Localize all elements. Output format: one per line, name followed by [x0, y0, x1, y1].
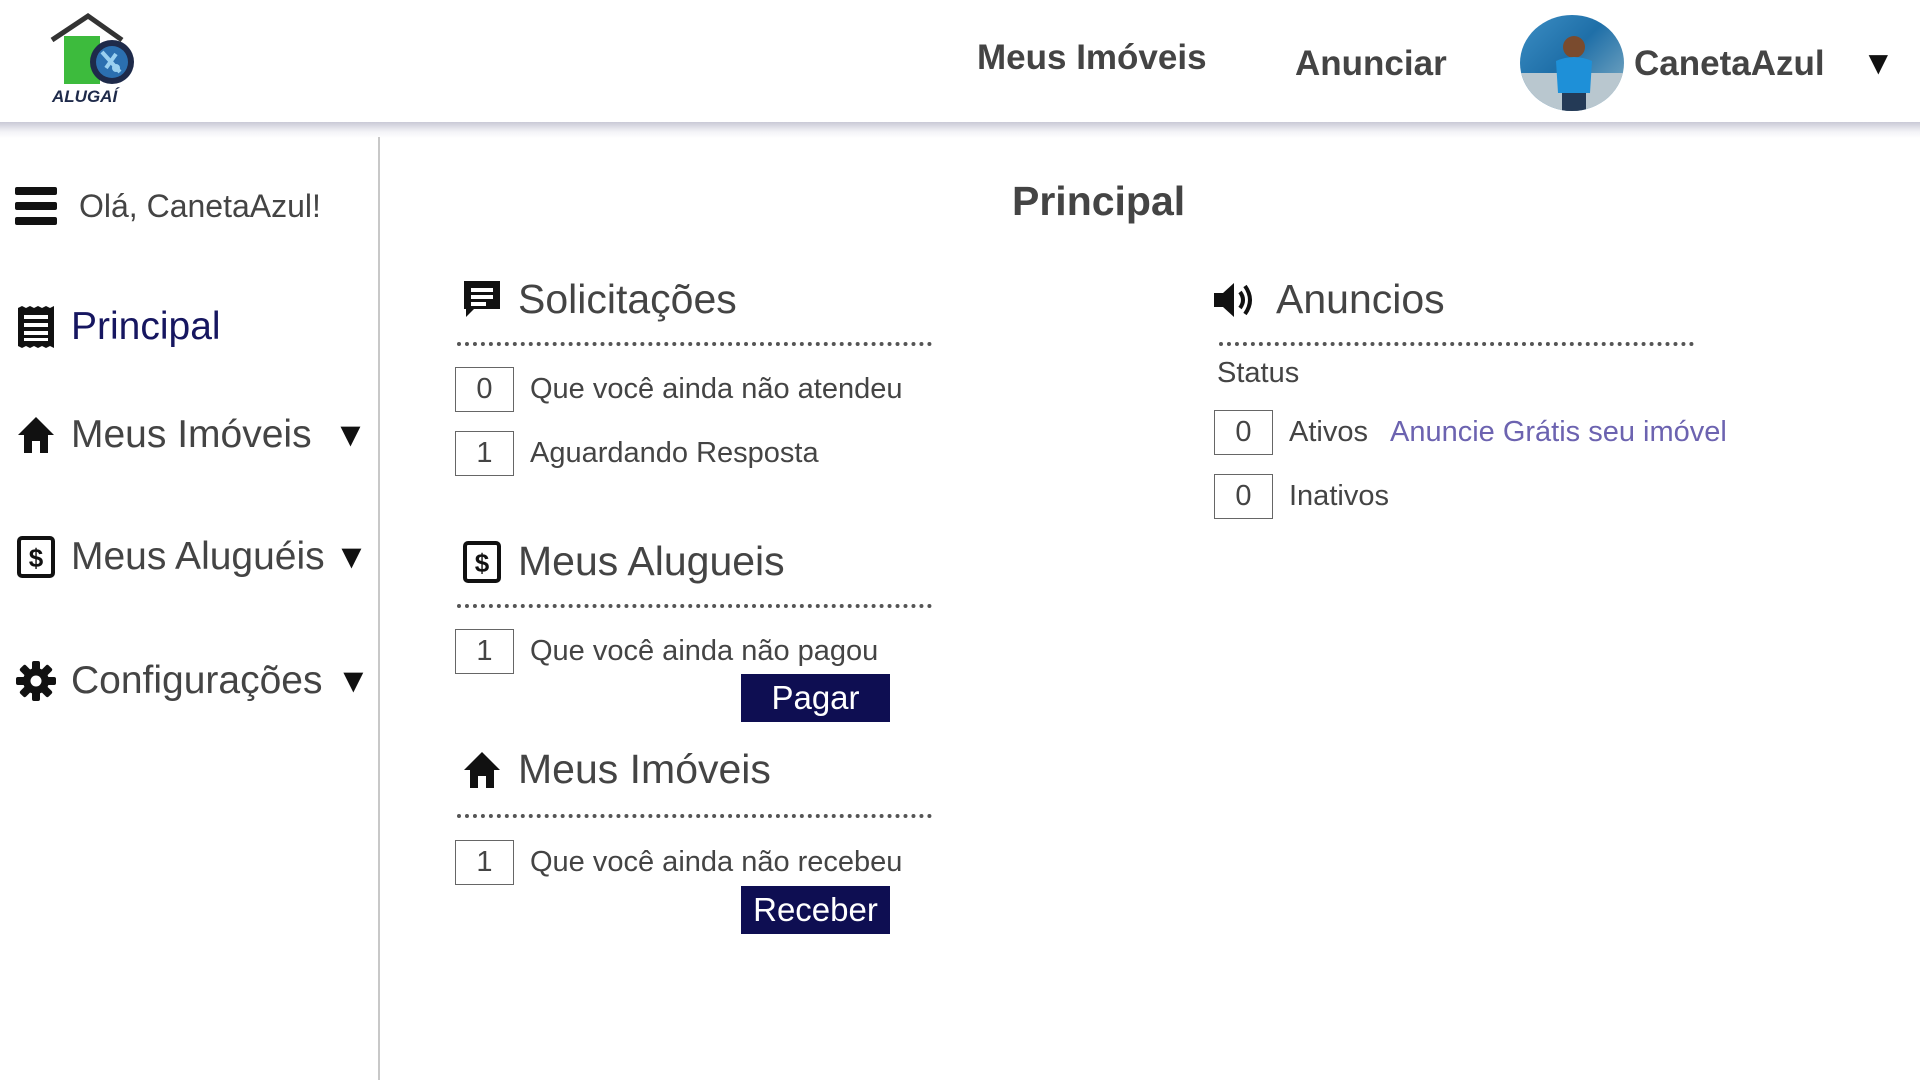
logo-text: ALUGAÍ — [51, 87, 120, 106]
sidebar-item-label: Meus Aluguéis — [71, 535, 325, 578]
stat-row: 1 Que você ainda não recebeu — [455, 840, 902, 885]
stat-label: Inativos — [1289, 480, 1389, 512]
status-label: Status — [1217, 357, 1300, 389]
sidebar-item-configuracoes[interactable]: Configurações ▼ — [0, 659, 370, 703]
speaker-icon — [1212, 278, 1256, 322]
dollar-icon: $ — [15, 536, 57, 578]
stat-count: 0 — [1214, 474, 1273, 519]
home-icon — [15, 414, 57, 456]
divider — [457, 342, 932, 346]
stat-row: 0 Que você ainda não atendeu — [455, 367, 902, 412]
section-alugueis-header: $ Meus Alugueis — [460, 538, 785, 585]
stat-count: 0 — [1214, 410, 1273, 455]
divider — [1219, 342, 1694, 346]
app-logo[interactable]: ALUGAÍ — [50, 12, 155, 107]
stat-count: 1 — [455, 629, 514, 674]
chevron-down-icon[interactable]: ▼ — [334, 416, 368, 455]
hamburger-menu-icon[interactable] — [15, 185, 57, 227]
home-icon — [460, 748, 504, 792]
pagar-button[interactable]: Pagar — [741, 674, 890, 722]
divider — [457, 604, 932, 608]
stat-row: 0 Inativos — [1214, 474, 1389, 519]
top-header: ALUGAÍ Meus Imóveis Anunciar CanetaAzul … — [0, 0, 1920, 125]
gear-icon — [15, 660, 57, 702]
avatar[interactable] — [1520, 15, 1624, 111]
sidebar: Olá, CanetaAzul! Principal Meus Imóveis … — [0, 137, 380, 1080]
greeting-text: Olá, CanetaAzul! — [79, 187, 321, 224]
sidebar-item-label: Principal — [71, 305, 221, 348]
anuncie-gratis-link[interactable]: Anuncie Grátis seu imóvel — [1390, 416, 1727, 449]
stat-row: 0 Ativos Anuncie Grátis seu imóvel — [1214, 410, 1727, 455]
stat-row: 1 Que você ainda não pagou — [455, 629, 878, 674]
user-menu-caret-icon[interactable]: ▼ — [1862, 44, 1895, 82]
sidebar-item-meus-imoveis[interactable]: Meus Imóveis ▼ — [0, 413, 367, 457]
divider — [457, 814, 932, 818]
message-icon — [460, 278, 504, 322]
dollar-icon: $ — [460, 540, 504, 584]
stat-label: Aguardando Resposta — [530, 437, 819, 469]
stat-label: Ativos — [1289, 416, 1368, 448]
section-imoveis-header: Meus Imóveis — [460, 746, 771, 793]
page-title: Principal — [1012, 178, 1186, 224]
nav-anunciar[interactable]: Anunciar — [1295, 44, 1447, 84]
section-anuncios-header: Anuncios — [1212, 276, 1445, 323]
stat-label: Que você ainda não atendeu — [530, 373, 903, 405]
stat-count: 1 — [455, 431, 514, 476]
nav-meus-imoveis[interactable]: Meus Imóveis — [977, 38, 1207, 78]
sidebar-greeting-row: Olá, CanetaAzul! — [0, 185, 321, 227]
sidebar-item-label: Configurações — [71, 659, 323, 702]
receipt-icon — [15, 306, 57, 348]
header-shadow — [0, 122, 1920, 138]
section-title: Meus Alugueis — [518, 538, 785, 584]
svg-text:$: $ — [29, 543, 44, 573]
sidebar-item-meus-alugueis[interactable]: $ Meus Aluguéis ▼ — [0, 535, 368, 579]
section-title: Solicitações — [518, 276, 737, 322]
section-solicitacoes-header: Solicitações — [460, 276, 737, 323]
stat-label: Que você ainda não pagou — [530, 635, 879, 667]
section-title: Meus Imóveis — [518, 746, 771, 792]
svg-text:$: $ — [475, 548, 490, 578]
stat-count: 0 — [455, 367, 514, 412]
user-menu-name[interactable]: CanetaAzul — [1634, 44, 1825, 84]
sidebar-item-principal[interactable]: Principal — [0, 305, 221, 349]
stat-label: Que você ainda não recebeu — [530, 846, 903, 878]
stat-row: 1 Aguardando Resposta — [455, 431, 819, 476]
chevron-down-icon[interactable]: ▼ — [335, 538, 369, 577]
stat-count: 1 — [455, 840, 514, 885]
section-title: Anuncios — [1276, 276, 1445, 322]
receber-button[interactable]: Receber — [741, 886, 890, 934]
sidebar-item-label: Meus Imóveis — [71, 413, 312, 456]
chevron-down-icon[interactable]: ▼ — [336, 662, 370, 701]
